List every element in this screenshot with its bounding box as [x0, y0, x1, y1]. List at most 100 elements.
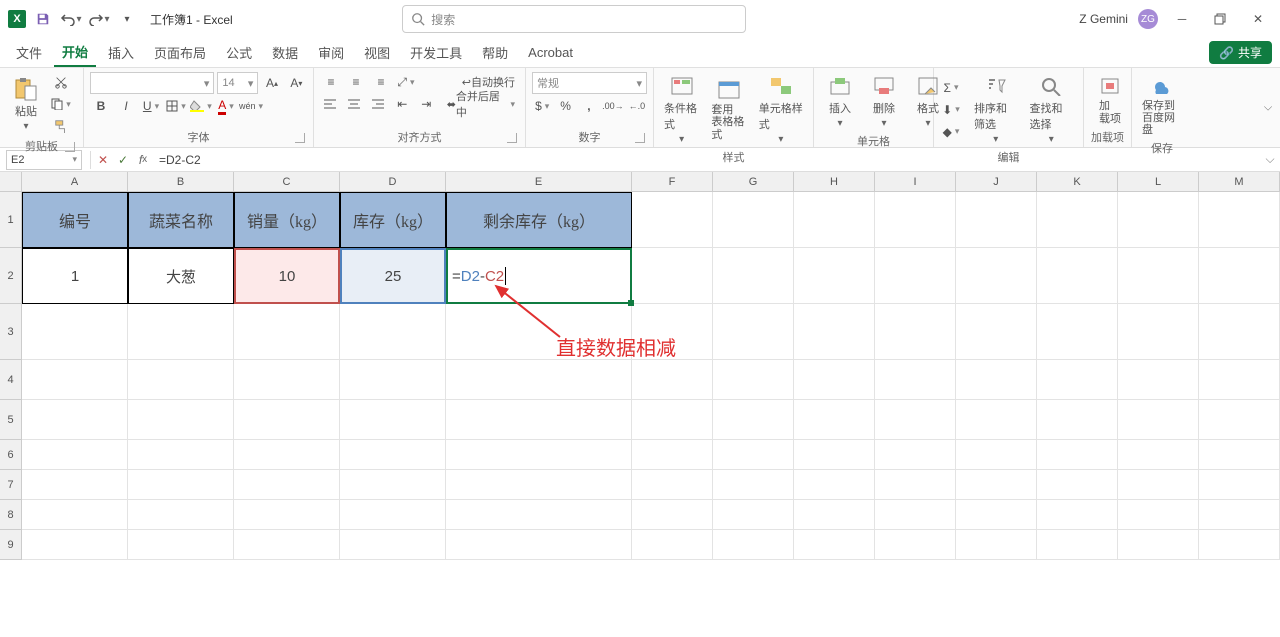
cell-C4[interactable]: [234, 360, 340, 400]
cell-E5[interactable]: [446, 400, 632, 440]
tab-layout[interactable]: 页面布局: [146, 39, 214, 66]
cell-J1[interactable]: [956, 192, 1037, 248]
cell-A6[interactable]: [22, 440, 128, 470]
cell-C8[interactable]: [234, 500, 340, 530]
col-head-F[interactable]: F: [632, 172, 713, 191]
grow-font-icon[interactable]: A▴: [261, 73, 282, 93]
cell-B9[interactable]: [128, 530, 234, 560]
cell-I2[interactable]: [875, 248, 956, 304]
cell-I5[interactable]: [875, 400, 956, 440]
cell-D6[interactable]: [340, 440, 446, 470]
enter-formula-icon[interactable]: ✓: [113, 150, 133, 170]
cell-L5[interactable]: [1118, 400, 1199, 440]
cell-G3[interactable]: [713, 304, 794, 360]
percent-icon[interactable]: %: [555, 96, 575, 116]
cell-F2[interactable]: [632, 248, 713, 304]
cell-E7[interactable]: [446, 470, 632, 500]
cell-J9[interactable]: [956, 530, 1037, 560]
minimize-button[interactable]: ─: [1168, 5, 1196, 33]
align-bottom-icon[interactable]: ≡: [370, 72, 392, 92]
save-icon[interactable]: [32, 8, 54, 30]
cell-H1[interactable]: [794, 192, 875, 248]
cell-L4[interactable]: [1118, 360, 1199, 400]
tab-help[interactable]: 帮助: [474, 39, 516, 66]
font-size-combo[interactable]: 14▾: [217, 72, 258, 94]
cell-F9[interactable]: [632, 530, 713, 560]
number-launcher-icon[interactable]: [635, 133, 645, 143]
row-head-4[interactable]: 4: [0, 360, 22, 400]
cell-G9[interactable]: [713, 530, 794, 560]
accounting-icon[interactable]: $: [532, 96, 552, 116]
addins-button[interactable]: 加 载项: [1090, 72, 1130, 126]
cell-G6[interactable]: [713, 440, 794, 470]
cell-G1[interactable]: [713, 192, 794, 248]
orientation-icon[interactable]: ⤢: [395, 72, 417, 92]
cell-L1[interactable]: [1118, 192, 1199, 248]
cell-M2[interactable]: [1199, 248, 1280, 304]
cell-L8[interactable]: [1118, 500, 1199, 530]
tab-home[interactable]: 开始: [54, 38, 96, 67]
cell-K4[interactable]: [1037, 360, 1118, 400]
tab-acrobat[interactable]: Acrobat: [520, 41, 581, 64]
cancel-formula-icon[interactable]: ✕: [93, 150, 113, 170]
row-head-9[interactable]: 9: [0, 530, 22, 560]
italic-button[interactable]: I: [115, 96, 137, 116]
align-middle-icon[interactable]: ≡: [345, 72, 367, 92]
save-cloud-button[interactable]: 保存到 百度网盘: [1138, 72, 1186, 138]
tab-dev[interactable]: 开发工具: [402, 39, 470, 66]
copy-icon[interactable]: [50, 94, 72, 114]
fill-handle[interactable]: [628, 300, 634, 306]
cell-B6[interactable]: [128, 440, 234, 470]
header-cell-A1[interactable]: 编号: [22, 192, 128, 248]
align-center-icon[interactable]: [344, 94, 365, 114]
cell-L7[interactable]: [1118, 470, 1199, 500]
format-painter-icon[interactable]: [50, 116, 72, 136]
cell-D8[interactable]: [340, 500, 446, 530]
cell-H2[interactable]: [794, 248, 875, 304]
insert-cells-button[interactable]: 插入▾: [820, 72, 860, 131]
header-cell-D1[interactable]: 库存（kg）: [340, 192, 446, 248]
cell-J8[interactable]: [956, 500, 1037, 530]
row-head-6[interactable]: 6: [0, 440, 22, 470]
user-name[interactable]: Z Gemini: [1079, 12, 1128, 26]
cell-M6[interactable]: [1199, 440, 1280, 470]
share-button[interactable]: 🔗共享: [1209, 41, 1272, 64]
cell-K8[interactable]: [1037, 500, 1118, 530]
data-cell-A2[interactable]: 1: [22, 248, 128, 304]
cell-I3[interactable]: [875, 304, 956, 360]
cell-M3[interactable]: [1199, 304, 1280, 360]
cell-K2[interactable]: [1037, 248, 1118, 304]
cell-I8[interactable]: [875, 500, 956, 530]
cell-D5[interactable]: [340, 400, 446, 440]
cell-G8[interactable]: [713, 500, 794, 530]
search-box[interactable]: 搜索: [402, 5, 746, 33]
close-button[interactable]: ✕: [1244, 5, 1272, 33]
qat-customize-icon[interactable]: ▾: [116, 8, 138, 30]
cell-I4[interactable]: [875, 360, 956, 400]
cell-C7[interactable]: [234, 470, 340, 500]
select-all-corner[interactable]: [0, 172, 22, 192]
cell-J3[interactable]: [956, 304, 1037, 360]
cell-F6[interactable]: [632, 440, 713, 470]
tab-insert[interactable]: 插入: [100, 39, 142, 66]
data-cell-C2[interactable]: 10: [234, 248, 340, 304]
cell-G5[interactable]: [713, 400, 794, 440]
cell-J2[interactable]: [956, 248, 1037, 304]
underline-button[interactable]: U: [140, 96, 162, 116]
col-head-D[interactable]: D: [340, 172, 446, 191]
cell-G7[interactable]: [713, 470, 794, 500]
phonetic-icon[interactable]: wén: [240, 96, 262, 116]
col-head-B[interactable]: B: [128, 172, 234, 191]
cell-A8[interactable]: [22, 500, 128, 530]
col-head-I[interactable]: I: [875, 172, 956, 191]
col-head-A[interactable]: A: [22, 172, 128, 191]
cell-L3[interactable]: [1118, 304, 1199, 360]
cell-J7[interactable]: [956, 470, 1037, 500]
cell-H3[interactable]: [794, 304, 875, 360]
font-name-combo[interactable]: ▾: [90, 72, 214, 94]
tab-file[interactable]: 文件: [8, 39, 50, 66]
cell-I7[interactable]: [875, 470, 956, 500]
cell-D9[interactable]: [340, 530, 446, 560]
cell-H6[interactable]: [794, 440, 875, 470]
bold-button[interactable]: B: [90, 96, 112, 116]
